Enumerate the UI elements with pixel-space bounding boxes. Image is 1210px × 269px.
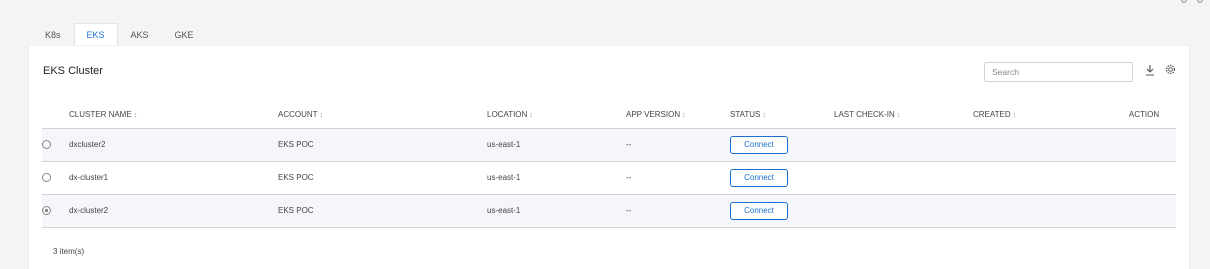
sort-icon[interactable]: ↕ (320, 112, 324, 119)
row-radio-selected[interactable] (42, 206, 51, 216)
sort-icon[interactable]: ↕ (134, 112, 138, 119)
cell-last-checkin (834, 161, 973, 195)
cell-action (1112, 194, 1176, 228)
cell-cluster-name: dx-cluster2 (69, 194, 278, 228)
cell-location: us-east-1 (487, 128, 626, 162)
cell-location: us-east-1 (487, 161, 626, 195)
cell-created (973, 128, 1112, 162)
cell-app-version: -- (626, 161, 730, 195)
sort-icon[interactable]: ↕ (1013, 112, 1017, 119)
cell-cluster-name: dx-cluster1 (69, 161, 278, 195)
cell-location: us-east-1 (487, 194, 626, 228)
col-cluster-name[interactable]: CLUSTER NAME ↕ (69, 102, 278, 129)
col-app-version[interactable]: APP VERSION ↕ (626, 102, 730, 129)
search-input[interactable] (984, 62, 1133, 82)
cell-created (973, 161, 1112, 195)
col-account[interactable]: ACCOUNT ↕ (278, 102, 487, 129)
sort-icon[interactable]: ↕ (762, 112, 766, 119)
cluster-table: CLUSTER NAME ↕ ACCOUNT ↕ LOCATION ↕ APP VER… (42, 102, 1176, 228)
download-icon[interactable] (1144, 64, 1156, 78)
cell-app-version: -- (626, 128, 730, 162)
cell-created (973, 194, 1112, 228)
table-row[interactable]: dx-cluster1 EKS POC us-east-1 -- Connect (42, 161, 1176, 195)
cell-action (1112, 161, 1176, 195)
row-radio[interactable] (42, 173, 51, 183)
cell-account: EKS POC (278, 194, 487, 228)
top-right-icons: ⚙ ⚙ (1180, 0, 1204, 6)
settings-icon[interactable]: ⚙ (1180, 0, 1188, 6)
table-row[interactable]: dx-cluster2 EKS POC us-east-1 -- Connect (42, 194, 1176, 228)
cell-account: EKS POC (278, 128, 487, 162)
col-action: ACTION (1112, 102, 1176, 129)
table-header-row: CLUSTER NAME ↕ ACCOUNT ↕ LOCATION ↕ APP VER… (42, 102, 1176, 129)
menu-icon[interactable]: ⚙ (1196, 0, 1204, 6)
cell-cluster-name: dxcluster2 (69, 128, 278, 162)
tab-gke[interactable]: GKE (162, 23, 207, 45)
tab-eks[interactable]: EKS (73, 23, 118, 45)
cell-action (1112, 128, 1176, 162)
col-created[interactable]: CREATED ↕ (973, 102, 1112, 129)
connect-button[interactable]: Connect (730, 201, 788, 220)
connect-button[interactable]: Connect (730, 168, 788, 187)
panel-title: EKS Cluster (43, 65, 103, 77)
cell-account: EKS POC (278, 161, 487, 195)
cluster-tabs: K8s EKS AKS GKE (32, 23, 207, 45)
tab-aks[interactable]: AKS (118, 23, 162, 45)
sort-icon[interactable]: ↕ (897, 112, 901, 119)
cell-last-checkin (834, 194, 973, 228)
col-status[interactable]: STATUS ↕ (730, 102, 834, 129)
sort-icon[interactable]: ↕ (529, 112, 533, 119)
sort-icon[interactable]: ↕ (682, 112, 686, 119)
item-count: 3 item(s) (53, 247, 85, 256)
table-row[interactable]: dxcluster2 EKS POC us-east-1 -- Connect (42, 128, 1176, 162)
col-last-checkin[interactable]: LAST CHECK-IN ↕ (834, 102, 973, 129)
cluster-panel: EKS Cluster CLUSTER NAME↕ ACCOUNT↕ LOCAT… (28, 45, 1190, 269)
col-location[interactable]: LOCATION ↕ (487, 102, 626, 129)
cell-app-version: -- (626, 194, 730, 228)
row-radio[interactable] (42, 140, 51, 150)
tab-k8s[interactable]: K8s (32, 23, 74, 45)
cell-last-checkin (834, 128, 973, 162)
connect-button[interactable]: Connect (730, 135, 788, 154)
gear-icon[interactable] (1164, 64, 1176, 78)
